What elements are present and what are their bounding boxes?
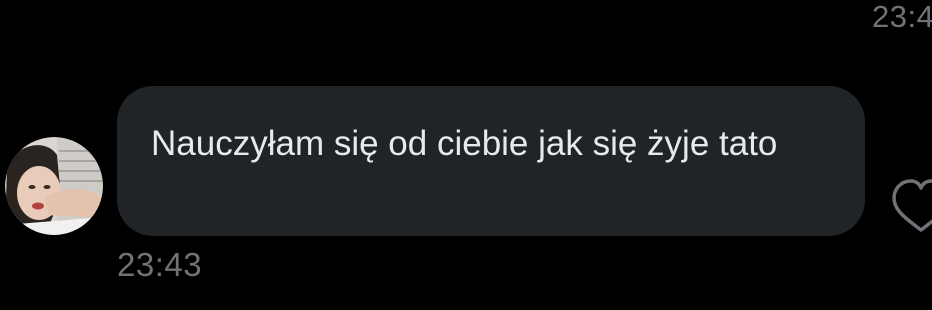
message-bubble[interactable]: Nauczyłam się od ciebie jak się żyje tat… bbox=[117, 86, 865, 236]
sender-avatar[interactable] bbox=[5, 137, 103, 235]
previous-message-timestamp: 23:4 bbox=[872, 0, 932, 34]
avatar-photo bbox=[5, 137, 103, 235]
message-text: Nauczyłam się od ciebie jak się żyje tat… bbox=[151, 124, 778, 163]
message-timestamp: 23:43 bbox=[117, 246, 203, 283]
heart-outline-icon[interactable] bbox=[891, 177, 932, 233]
